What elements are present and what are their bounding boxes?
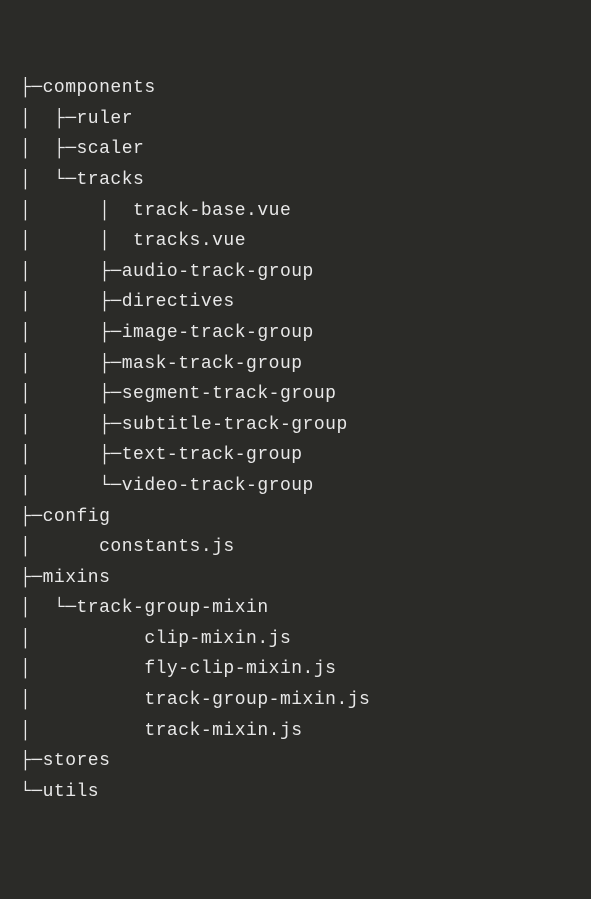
tree-line-folder: │ ├─subtitle-track-group [20,410,571,441]
tree-line-folder: │ ├─image-track-group [20,318,571,349]
tree-line-file: │ constants.js [20,532,571,563]
tree-line-folder: │ ├─mask-track-group [20,349,571,380]
tree-line-folder: ├─config [20,502,571,533]
tree-line-folder: │ └─track-group-mixin [20,593,571,624]
file-tree: ├─components│ ├─ruler│ ├─scaler│ └─track… [20,73,571,807]
tree-line-file: │ track-group-mixin.js [20,685,571,716]
tree-line-folder: │ ├─ruler [20,104,571,135]
tree-line-file: │ fly-clip-mixin.js [20,654,571,685]
tree-line-file: │ │ tracks.vue [20,226,571,257]
tree-line-folder: │ ├─text-track-group [20,440,571,471]
tree-line-folder: │ ├─directives [20,287,571,318]
tree-line-folder: └─utils [20,777,571,808]
tree-line-folder: │ └─video-track-group [20,471,571,502]
tree-line-folder: │ ├─scaler [20,134,571,165]
tree-line-folder: ├─mixins [20,563,571,594]
tree-line-folder: ├─components [20,73,571,104]
tree-line-folder: │ ├─segment-track-group [20,379,571,410]
tree-line-folder: ├─stores [20,746,571,777]
tree-line-file: │ │ track-base.vue [20,196,571,227]
tree-line-file: │ clip-mixin.js [20,624,571,655]
tree-line-folder: │ └─tracks [20,165,571,196]
tree-line-file: │ track-mixin.js [20,716,571,747]
tree-line-folder: │ ├─audio-track-group [20,257,571,288]
